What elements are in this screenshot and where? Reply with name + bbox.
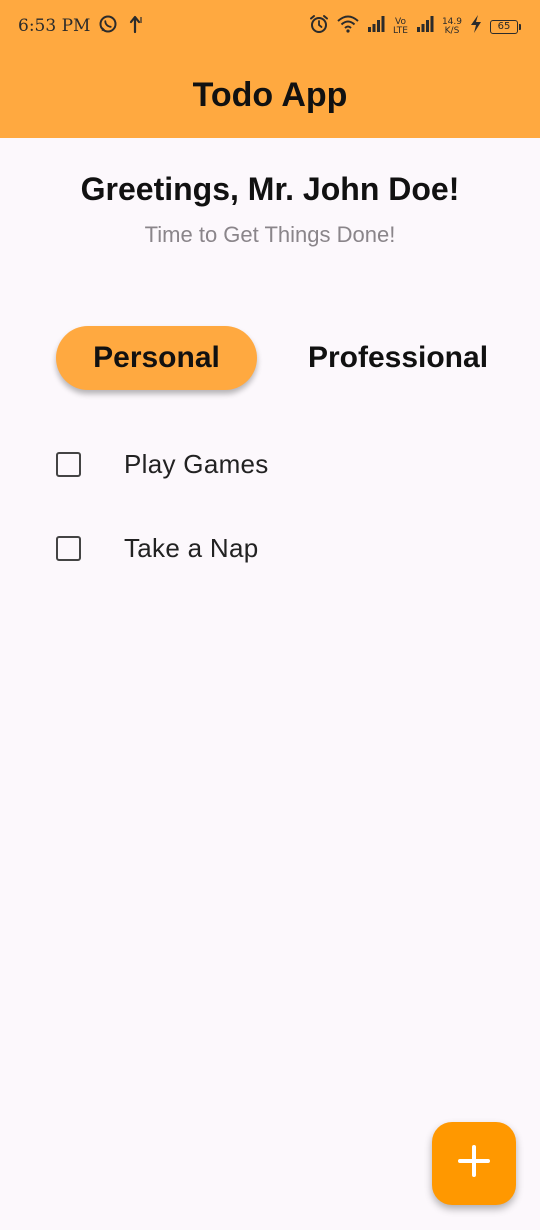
volte-indicator: Vo LTE (392, 17, 408, 36)
todo-checkbox[interactable] (56, 535, 81, 561)
tab-professional-label: Professional (307, 341, 489, 374)
tab-personal-label: Personal (93, 341, 220, 374)
battery-level: 65 (497, 21, 511, 32)
todo-label: Take a Nap (124, 532, 259, 563)
upload-arrow-icon (128, 14, 144, 39)
wifi-icon (337, 14, 359, 39)
todo-checkbox[interactable] (56, 451, 81, 477)
todo-label: Play Games (124, 448, 269, 479)
tab-personal[interactable]: Personal (56, 326, 257, 390)
greeting-section: Greetings, Mr. John Doe! Time to Get Thi… (0, 138, 540, 251)
charging-icon (470, 14, 482, 39)
signal-icon (416, 15, 434, 38)
plus-icon (457, 1144, 491, 1183)
volte-bottom-text: LTE (392, 25, 408, 36)
status-left-icons (98, 14, 144, 39)
app-bar: Todo App (0, 55, 540, 138)
greeting-subtitle: Time to Get Things Done! (144, 222, 396, 247)
whatsapp-icon (98, 14, 118, 39)
status-bar: 6:53 PM Vo LTE 14.9 K/S 65 (0, 0, 540, 55)
app-title: Todo App (192, 76, 348, 114)
alarm-icon (309, 14, 329, 39)
battery-icon: 65 (490, 19, 521, 34)
status-right-icons: Vo LTE 14.9 K/S 65 (309, 14, 521, 39)
status-time: 6:53 PM (18, 16, 91, 36)
greeting-title: Greetings, Mr. John Doe! (80, 171, 460, 207)
add-todo-button[interactable] (432, 1122, 516, 1205)
network-speed-unit: K/S (444, 25, 460, 36)
list-item[interactable]: Take a Nap (0, 506, 540, 590)
signal-icon (367, 15, 385, 38)
network-speed: 14.9 K/S (442, 17, 462, 36)
tab-professional[interactable]: Professional (288, 326, 508, 390)
category-tabs: Personal Professional (0, 326, 540, 390)
list-item[interactable]: Play Games (0, 422, 540, 506)
todo-list: Play Games Take a Nap (0, 422, 540, 590)
